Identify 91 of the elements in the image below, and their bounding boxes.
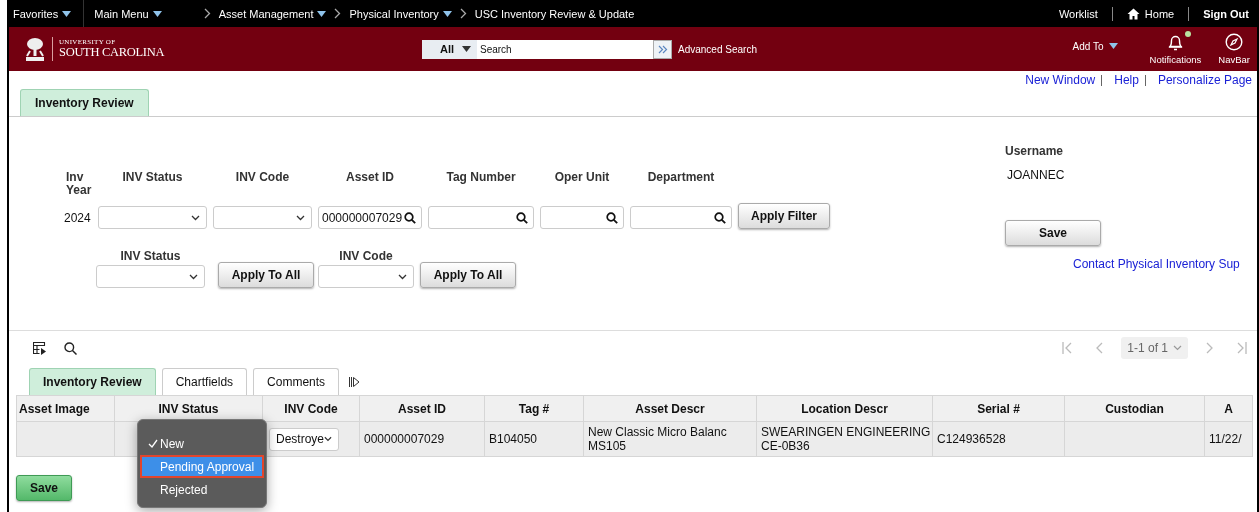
chevron-icon <box>203 8 211 19</box>
home-link[interactable]: Home <box>1112 7 1189 20</box>
show-all-columns-icon[interactable] <box>349 377 361 387</box>
table-cell: 000000007029 <box>359 421 485 457</box>
apply-to-all-button[interactable]: Apply To All <box>218 262 314 288</box>
caret-icon <box>1108 43 1118 49</box>
select-field[interactable] <box>213 206 312 229</box>
caret-icon <box>62 10 72 17</box>
caret-icon <box>462 46 471 52</box>
column-header: Serial # <box>932 395 1065 422</box>
save-button[interactable]: Save <box>16 475 72 501</box>
column-header: Location Descr <box>756 395 933 422</box>
table-cell: B104050 <box>484 421 584 457</box>
search-icon[interactable] <box>516 211 528 224</box>
home-icon <box>1126 7 1140 20</box>
notifications-button[interactable]: Notifications <box>1149 33 1202 65</box>
grid-settings-icon[interactable] <box>33 341 47 355</box>
field-label: Tag Number <box>446 171 516 185</box>
search-icon[interactable] <box>714 211 726 224</box>
add-to-menu[interactable]: Add To <box>1072 40 1118 52</box>
page-link[interactable]: New Window <box>1025 73 1096 87</box>
compass-icon <box>1225 33 1244 51</box>
username-value: JOANNEC <box>1006 168 1066 182</box>
chevron-down-icon <box>296 214 305 221</box>
field-label: Department <box>647 171 715 185</box>
lookup-field[interactable]: 000000007029 <box>318 206 422 229</box>
column-header: Asset Descr <box>583 395 757 422</box>
year-value: 2024 <box>64 209 91 227</box>
search-icon[interactable] <box>606 211 618 224</box>
search-field[interactable]: Search <box>477 39 653 59</box>
chevron-down-icon <box>324 436 332 442</box>
chevron-down-icon <box>1173 345 1182 351</box>
lookup-field[interactable] <box>630 206 732 229</box>
caret-icon <box>152 10 162 17</box>
column-header: Asset Image <box>16 395 115 422</box>
select-field[interactable] <box>96 265 205 288</box>
menu-option[interactable]: Rejected <box>140 478 264 501</box>
breadcrumb-link[interactable]: Asset Management <box>218 7 327 20</box>
search-scope-dropdown[interactable]: All <box>422 39 477 59</box>
field-label: Inv Year <box>65 171 93 198</box>
field-label: Oper Unit <box>554 171 610 185</box>
field-label: INV Code <box>235 171 290 185</box>
column-header: Tag # <box>484 395 584 422</box>
table-cell: New Classic Micro Balanc MS105 <box>583 421 757 457</box>
double-chevron-icon <box>657 44 668 54</box>
breadcrumb-link[interactable]: USC Inventory Review & Update <box>474 7 635 20</box>
column-header: A <box>1204 395 1253 422</box>
search-go-button[interactable] <box>653 39 672 59</box>
page-range-dropdown[interactable]: 1-1 of 1 <box>1121 337 1188 359</box>
page-tab[interactable]: Inventory Review <box>20 89 149 116</box>
navbar-button[interactable]: NavBar <box>1218 33 1250 65</box>
worklist-link[interactable]: Worklist <box>1044 7 1112 20</box>
advanced-search-link[interactable]: Advanced Search <box>678 43 757 55</box>
field-label: INV Status <box>122 171 183 185</box>
chevron-down-icon <box>191 214 200 221</box>
search-icon[interactable] <box>404 211 416 224</box>
field-label: INV Status <box>120 250 181 264</box>
select-field[interactable]: Destroye <box>269 427 339 451</box>
breadcrumb-link[interactable]: Physical Inventory <box>349 7 452 20</box>
logo-text: SOUTH CAROLINA <box>59 46 165 59</box>
apply-filter-button[interactable]: Apply Filter <box>738 203 830 229</box>
search-icon[interactable] <box>64 341 77 355</box>
page-link[interactable]: Personalize Page <box>1157 73 1252 87</box>
table-cell: SWEARINGEN ENGINEERING CE-0B36 <box>756 421 933 457</box>
grid-tab[interactable]: Chartfields <box>161 368 248 395</box>
sign-out-link[interactable]: Sign Out <box>1189 7 1257 20</box>
contact-link[interactable]: Contact Physical Inventory Sup <box>1073 257 1255 271</box>
table-cell: 11/22/ <box>1204 421 1253 457</box>
field-label: Asset ID <box>346 171 394 185</box>
chevron-down-icon <box>398 273 407 280</box>
column-header: INV Status <box>114 395 263 422</box>
lookup-field[interactable] <box>540 206 624 229</box>
select-field[interactable] <box>318 265 414 288</box>
apply-to-all-button[interactable]: Apply To All <box>420 262 516 288</box>
page-link[interactable]: Help <box>1114 73 1139 87</box>
table-cell: C124936528 <box>932 421 1065 457</box>
grid-tab[interactable]: Comments <box>253 368 340 395</box>
select-field[interactable] <box>98 206 207 229</box>
chevron-down-icon <box>189 273 198 280</box>
bell-icon <box>1167 33 1183 51</box>
grid-tab[interactable]: Inventory Review <box>29 368 156 395</box>
column-header: Custodian <box>1064 395 1205 422</box>
username-label: Username <box>1005 144 1065 158</box>
field-label: INV Code <box>339 250 393 264</box>
column-header: Asset ID <box>359 395 485 422</box>
lookup-field[interactable] <box>428 206 534 229</box>
menu-link[interactable]: Main Menu <box>84 0 174 27</box>
save-button[interactable]: Save <box>1005 220 1101 246</box>
column-header: INV Code <box>262 395 360 422</box>
chevron-icon <box>459 8 467 19</box>
chevron-icon <box>334 8 342 19</box>
